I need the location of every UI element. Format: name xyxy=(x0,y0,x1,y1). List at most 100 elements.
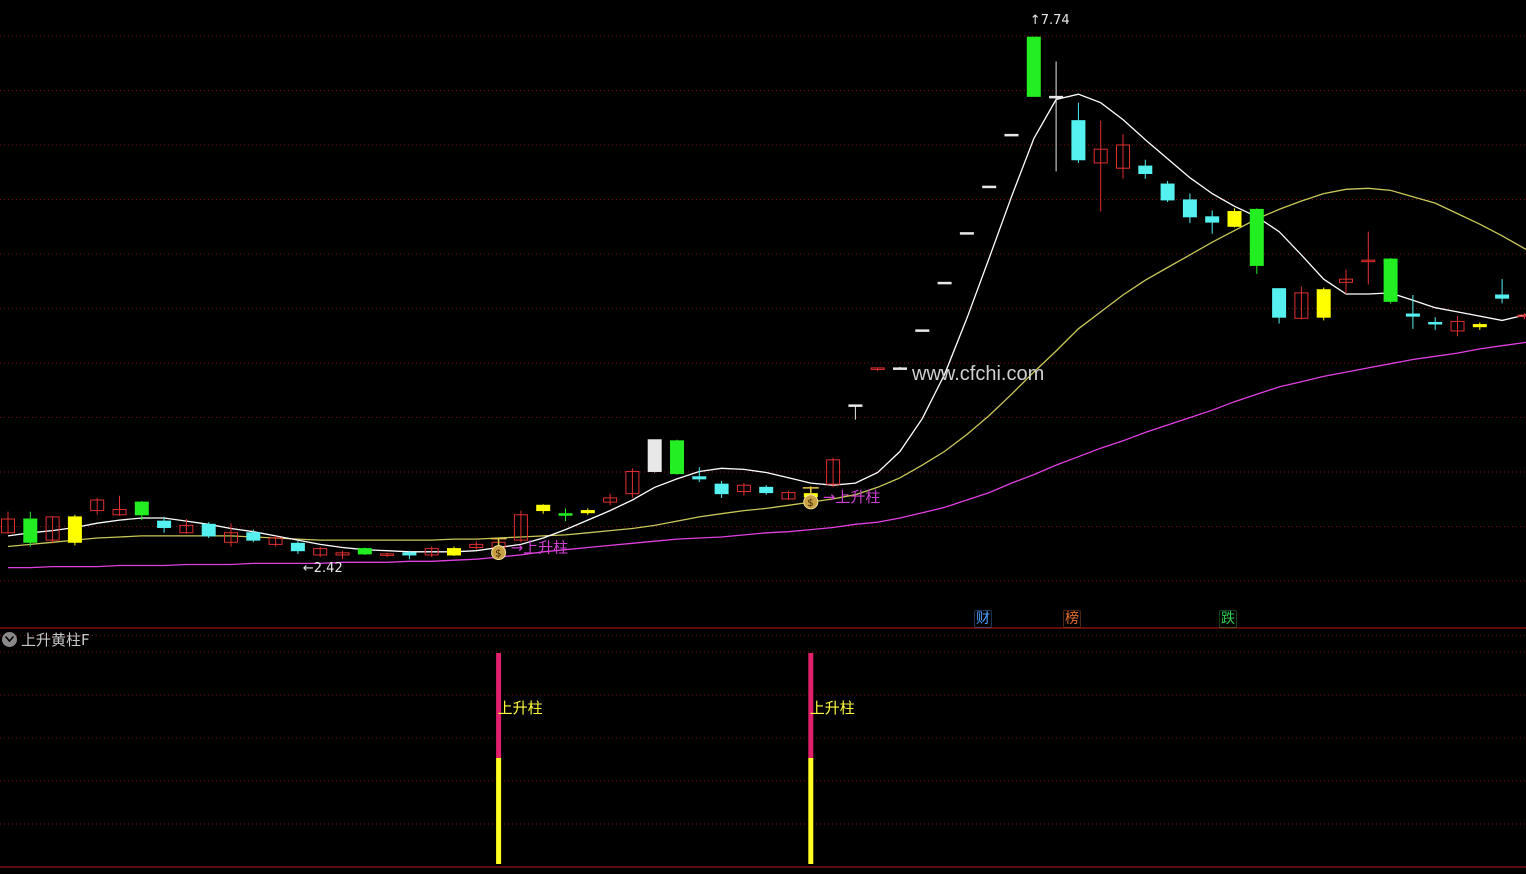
candle xyxy=(603,493,618,506)
candle-body xyxy=(893,367,907,370)
candle-body xyxy=(1272,288,1287,318)
candle-body xyxy=(1205,216,1220,223)
candle xyxy=(647,439,662,473)
candle-body xyxy=(67,516,82,543)
candle-body xyxy=(1249,208,1264,266)
candle xyxy=(1495,279,1510,304)
candle xyxy=(67,514,82,546)
candle xyxy=(1160,180,1175,203)
candle-body xyxy=(447,548,461,556)
candle-body xyxy=(1383,258,1398,302)
candle-body xyxy=(1026,36,1041,97)
candle xyxy=(1182,193,1197,224)
chevron-down-icon[interactable] xyxy=(2,631,17,647)
high-price-label: ↑7.74 xyxy=(1030,13,1070,28)
badge-bang[interactable]: 榜 xyxy=(1063,610,1081,628)
candle-body xyxy=(134,501,149,516)
watermark: www.cfchi.com xyxy=(912,363,1045,385)
candle-body xyxy=(1004,133,1019,137)
candle xyxy=(1227,208,1242,228)
ma-short-line xyxy=(7,93,1526,553)
candle-body xyxy=(1049,95,1064,99)
ma-long-line xyxy=(8,341,1526,569)
candle-body xyxy=(580,510,595,514)
candle xyxy=(1,511,15,534)
candle xyxy=(201,522,216,539)
candle xyxy=(580,508,595,515)
moving-averages xyxy=(7,93,1526,569)
candle xyxy=(1116,134,1130,179)
candle xyxy=(1049,61,1064,172)
candle-body xyxy=(1182,199,1197,218)
candle xyxy=(1294,286,1309,320)
candle-body xyxy=(402,552,417,556)
candle-body xyxy=(1472,324,1487,328)
money-bag-icon: $ xyxy=(802,487,819,510)
candle xyxy=(759,485,774,495)
candle xyxy=(558,508,573,522)
candle xyxy=(1071,102,1086,163)
money-bag-symbol: $ xyxy=(807,498,813,509)
candle xyxy=(1405,295,1420,329)
candle xyxy=(357,547,372,555)
candle-body xyxy=(558,513,573,516)
candle-body xyxy=(1428,321,1443,325)
signal-label: →上升柱 xyxy=(511,539,569,557)
candle-body xyxy=(915,329,930,332)
candle-body xyxy=(1405,313,1420,317)
candle xyxy=(915,329,930,332)
indicator-bar-bottom xyxy=(808,758,814,864)
candle xyxy=(826,457,841,488)
candle-body xyxy=(157,520,172,528)
badge-cai[interactable]: 财 xyxy=(974,610,992,628)
candle xyxy=(1517,312,1526,320)
candle xyxy=(1004,133,1019,137)
candle-body xyxy=(23,518,38,543)
candle-body xyxy=(670,440,684,475)
candle xyxy=(937,281,952,285)
indicator-bar-label: 上升柱 xyxy=(810,699,855,717)
candle-body xyxy=(759,486,774,494)
candle xyxy=(1138,159,1153,179)
candle xyxy=(1249,208,1264,274)
candle xyxy=(134,501,149,521)
candle xyxy=(625,468,640,498)
candle-body xyxy=(1227,211,1242,227)
candle xyxy=(447,546,461,556)
candle-body xyxy=(536,504,551,512)
candle-body xyxy=(1071,120,1086,161)
candle xyxy=(1383,258,1398,304)
price-markers: ↑7.74 ←2.42 $ →上升柱 $ →上升柱 xyxy=(303,13,1070,576)
candle-body xyxy=(1495,294,1510,299)
candle xyxy=(1361,231,1376,285)
candle xyxy=(380,552,395,558)
candle xyxy=(90,497,105,515)
indicator-bar-bottom xyxy=(496,758,502,864)
candle xyxy=(1272,288,1287,324)
candle-body xyxy=(1138,165,1153,174)
candle xyxy=(335,550,350,560)
indicator-panel: 上升柱 上升柱 xyxy=(496,653,855,864)
candle xyxy=(692,467,707,483)
candle xyxy=(112,495,127,516)
candle xyxy=(23,511,38,547)
candle-body xyxy=(357,548,372,555)
grid-lines xyxy=(0,35,1526,868)
candle xyxy=(290,541,305,554)
badge-die[interactable]: 跌 xyxy=(1219,610,1237,628)
candle xyxy=(959,232,974,235)
candle-body xyxy=(201,523,216,537)
candle xyxy=(893,366,907,370)
candle-body xyxy=(290,542,305,552)
candle xyxy=(1316,287,1331,321)
candle xyxy=(714,480,729,498)
candle-body xyxy=(647,439,662,472)
indicator-header: 上升黄柱F xyxy=(2,630,90,649)
candle xyxy=(536,504,551,514)
candle-body xyxy=(959,232,974,235)
candle-body xyxy=(692,476,707,480)
candle-body xyxy=(937,281,952,285)
candle xyxy=(848,404,863,420)
candle xyxy=(224,523,238,547)
candle-body xyxy=(982,185,997,189)
